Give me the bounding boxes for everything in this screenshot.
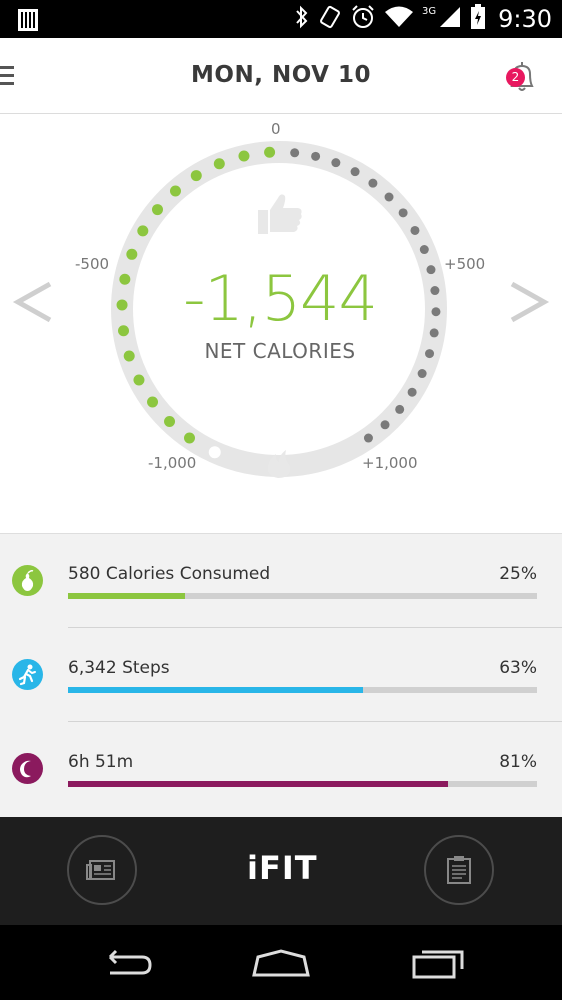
tick-label-bottom-left: -1,000 <box>148 454 197 472</box>
calories-consumed-percent: 25% <box>499 564 537 584</box>
gauge-dot-filled <box>147 396 159 408</box>
news-button[interactable] <box>67 835 137 905</box>
calories-progress-track <box>68 593 537 599</box>
steps-progress-fill <box>68 687 364 693</box>
moon-icon <box>12 753 43 784</box>
tick-label-bottom-right: +1,000 <box>362 454 418 472</box>
gauge-dot-empty <box>363 433 373 443</box>
chevron-left-icon <box>12 281 52 323</box>
network-type: 3G <box>421 5 437 17</box>
list-item-steps[interactable]: 6,342 Steps 63% <box>0 628 562 722</box>
gauge-marker <box>208 446 221 459</box>
gauge-dot-empty <box>407 387 417 397</box>
gauge-dot-empty <box>331 158 341 168</box>
home-icon <box>252 949 310 977</box>
next-day-button[interactable] <box>506 280 550 324</box>
page-title: MON, NOV 10 <box>191 62 371 88</box>
alarm-icon <box>350 4 376 34</box>
signal-icon <box>438 5 462 33</box>
gauge-dot-filled <box>137 225 149 237</box>
recent-apps-icon <box>412 950 464 979</box>
sleep-percent: 81% <box>499 752 537 772</box>
gauge-dot-empty <box>429 328 439 338</box>
newspaper-icon <box>86 860 115 880</box>
thumbs-up-icon <box>258 194 302 234</box>
log-button[interactable] <box>424 835 494 905</box>
gauge-dot-filled <box>116 299 128 311</box>
sleep-progress-track <box>68 781 537 787</box>
notifications-button[interactable]: 2 <box>500 60 540 94</box>
gauge-dot-empty <box>398 208 408 218</box>
bottom-bar: iFIT <box>0 817 562 925</box>
gauge-dot-filled <box>190 170 202 182</box>
gauge-dot-empty <box>431 307 441 317</box>
net-calories-value: -1,544 <box>183 262 378 335</box>
tick-label-right: +500 <box>444 255 486 273</box>
calories-progress-fill <box>68 593 186 599</box>
wifi-icon <box>384 5 414 33</box>
net-calories-label: NET CALORIES <box>204 339 356 363</box>
steps-label: 6,342 Steps <box>68 658 170 678</box>
steps-progress-track <box>68 687 537 693</box>
gauge-dot-empty <box>430 286 440 296</box>
list-item-sleep[interactable]: 6h 51m 81% <box>0 722 562 816</box>
vibrate-icon <box>318 5 342 33</box>
gauge-dot-filled <box>118 325 130 337</box>
gauge-dot-empty <box>417 369 427 379</box>
gauge-dot-empty <box>410 225 420 235</box>
calories-consumed-label: 580 Calories Consumed <box>68 564 271 584</box>
back-button[interactable] <box>96 943 152 987</box>
sleep-progress-fill <box>68 781 448 787</box>
bluetooth-icon <box>294 5 310 33</box>
tick-label-left: -500 <box>75 255 110 273</box>
gauge-dot-filled <box>164 416 176 428</box>
battery-icon <box>470 4 486 34</box>
gauge-dot-empty <box>380 420 390 430</box>
gauge-dot-filled <box>119 273 131 285</box>
pear-icon <box>12 565 43 596</box>
gauge-dot-empty <box>384 192 394 202</box>
sleep-label: 6h 51m <box>68 752 134 772</box>
notification-badge: 2 <box>506 68 525 87</box>
net-calories-gauge: 0 -500 +500 -1,000 +1,000 -1,544 NET CAL… <box>0 114 562 534</box>
clipboard-icon <box>447 856 471 884</box>
clock: 9:30 <box>498 5 552 33</box>
gauge-dot-empty <box>350 167 360 177</box>
gauge-dot-empty <box>311 151 321 161</box>
status-bar: 3G 9:30 <box>0 0 562 38</box>
home-button[interactable] <box>250 943 312 987</box>
gauge-dot-empty <box>419 245 429 255</box>
gauge-dot-filled <box>169 185 181 197</box>
runner-icon <box>12 659 43 690</box>
gauge-dot-filled <box>151 204 163 216</box>
gauge-dot-filled <box>133 374 145 386</box>
daily-stats-list: 580 Calories Consumed 25% 6,342 Steps 63… <box>0 534 562 817</box>
gauge-dot-filled <box>183 432 195 444</box>
gauge-dot-filled <box>264 146 276 158</box>
tick-label-top: 0 <box>271 120 281 138</box>
ifit-logo: iFIT <box>247 849 318 887</box>
gauge-dot-filled <box>126 248 138 260</box>
system-navigation-bar <box>0 925 562 1000</box>
list-item-calories-consumed[interactable]: 580 Calories Consumed 25% <box>0 534 562 628</box>
gauge-dot-empty <box>368 178 378 188</box>
app-header: MON, NOV 10 2 <box>0 38 562 114</box>
steps-percent: 63% <box>499 658 537 678</box>
flame-icon <box>267 450 291 478</box>
chevron-right-icon <box>510 281 550 323</box>
gauge-dot-empty <box>290 148 300 158</box>
previous-day-button[interactable] <box>12 280 56 324</box>
back-arrow-icon <box>108 949 152 975</box>
gauge-dot-filled <box>213 158 225 170</box>
gauge-dot-filled <box>238 150 250 162</box>
sim-icon <box>18 9 38 35</box>
gauge-dot-empty <box>395 404 405 414</box>
recent-apps-button[interactable] <box>410 943 468 987</box>
